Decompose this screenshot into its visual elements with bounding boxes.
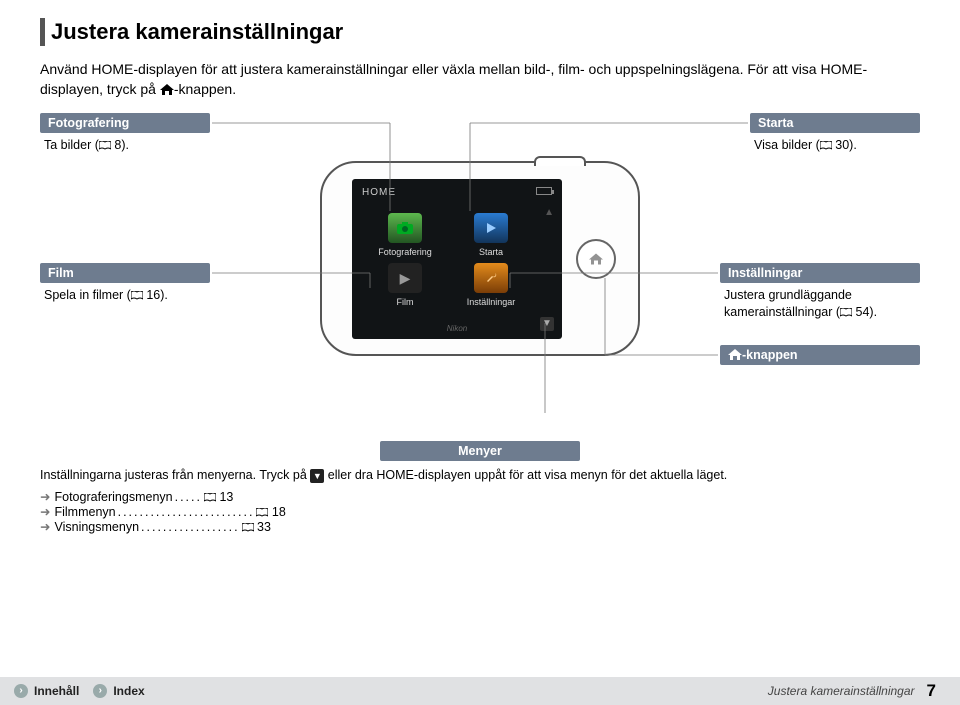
arrow-icon: › — [93, 684, 107, 698]
link-fotograferingsmenyn[interactable]: ➜Fotograferingsmenyn..... 13 — [40, 489, 920, 504]
label-film: Film Spela in filmer ( 16). — [40, 263, 210, 304]
label-fotografering: Fotografering Ta bilder ( 8). — [40, 113, 210, 154]
footer: ›Innehåll ›Index Justera kamerainställni… — [0, 677, 960, 705]
page-title: Justera kamerainställningar — [51, 19, 343, 45]
breadcrumb: Justera kamerainställningar — [768, 684, 915, 698]
arrow-icon: ➜ — [40, 489, 50, 504]
menyer-section: Menyer Inställningarna justeras från men… — [40, 441, 920, 534]
arrow-icon: ➜ — [40, 519, 50, 534]
menu-installningar[interactable]: Inställningar — [448, 263, 534, 307]
home-button[interactable] — [576, 239, 616, 279]
battery-icon — [536, 187, 552, 195]
menu-links: ➜Fotograferingsmenyn..... 13 ➜Filmmenyn.… — [40, 489, 920, 534]
book-icon — [820, 138, 832, 147]
menyer-heading: Menyer — [380, 441, 580, 461]
scroll-up-icon: ▲ — [544, 207, 554, 218]
book-icon — [99, 138, 111, 147]
video-icon: ▶ — [388, 263, 422, 293]
menu-starta[interactable]: Starta — [448, 213, 534, 257]
menu-arrow-icon: ▼ — [310, 469, 324, 483]
arrow-icon: › — [14, 684, 28, 698]
screen-title: HOME — [362, 187, 396, 198]
intro-text: Använd HOME-displayen för att justera ka… — [40, 60, 920, 99]
label-home-button: -knappen — [720, 345, 920, 365]
wrench-icon — [474, 263, 508, 293]
brand-label: Nikon — [447, 324, 467, 333]
book-icon — [131, 288, 143, 297]
play-icon — [474, 213, 508, 243]
scroll-down-icon[interactable]: ▼ — [540, 317, 554, 331]
nav-innehall[interactable]: ›Innehåll — [0, 684, 79, 698]
label-starta: Starta Visa bilder ( 30). — [750, 113, 920, 154]
camera-illustration: HOME ▲ Fotografering Starta ▶ — [320, 161, 640, 361]
book-icon — [242, 521, 254, 530]
menu-film[interactable]: ▶ Film — [362, 263, 448, 307]
link-filmmenyn[interactable]: ➜Filmmenyn......................... 18 — [40, 504, 920, 519]
arrow-icon: ➜ — [40, 504, 50, 519]
link-visningsmenyn[interactable]: ➜Visningsmenyn.................. 33 — [40, 519, 920, 534]
camera-icon — [388, 213, 422, 243]
home-icon — [160, 81, 174, 92]
label-installningar: Inställningar Justera grundläggande kame… — [720, 263, 920, 321]
home-icon — [728, 349, 742, 360]
camera-screen: HOME ▲ Fotografering Starta ▶ — [352, 179, 562, 339]
book-icon — [204, 491, 216, 500]
page-number: 7 — [927, 681, 936, 701]
book-icon — [256, 506, 268, 515]
menu-fotografering[interactable]: Fotografering — [362, 213, 448, 257]
nav-index[interactable]: ›Index — [79, 684, 144, 698]
book-icon — [840, 305, 852, 314]
